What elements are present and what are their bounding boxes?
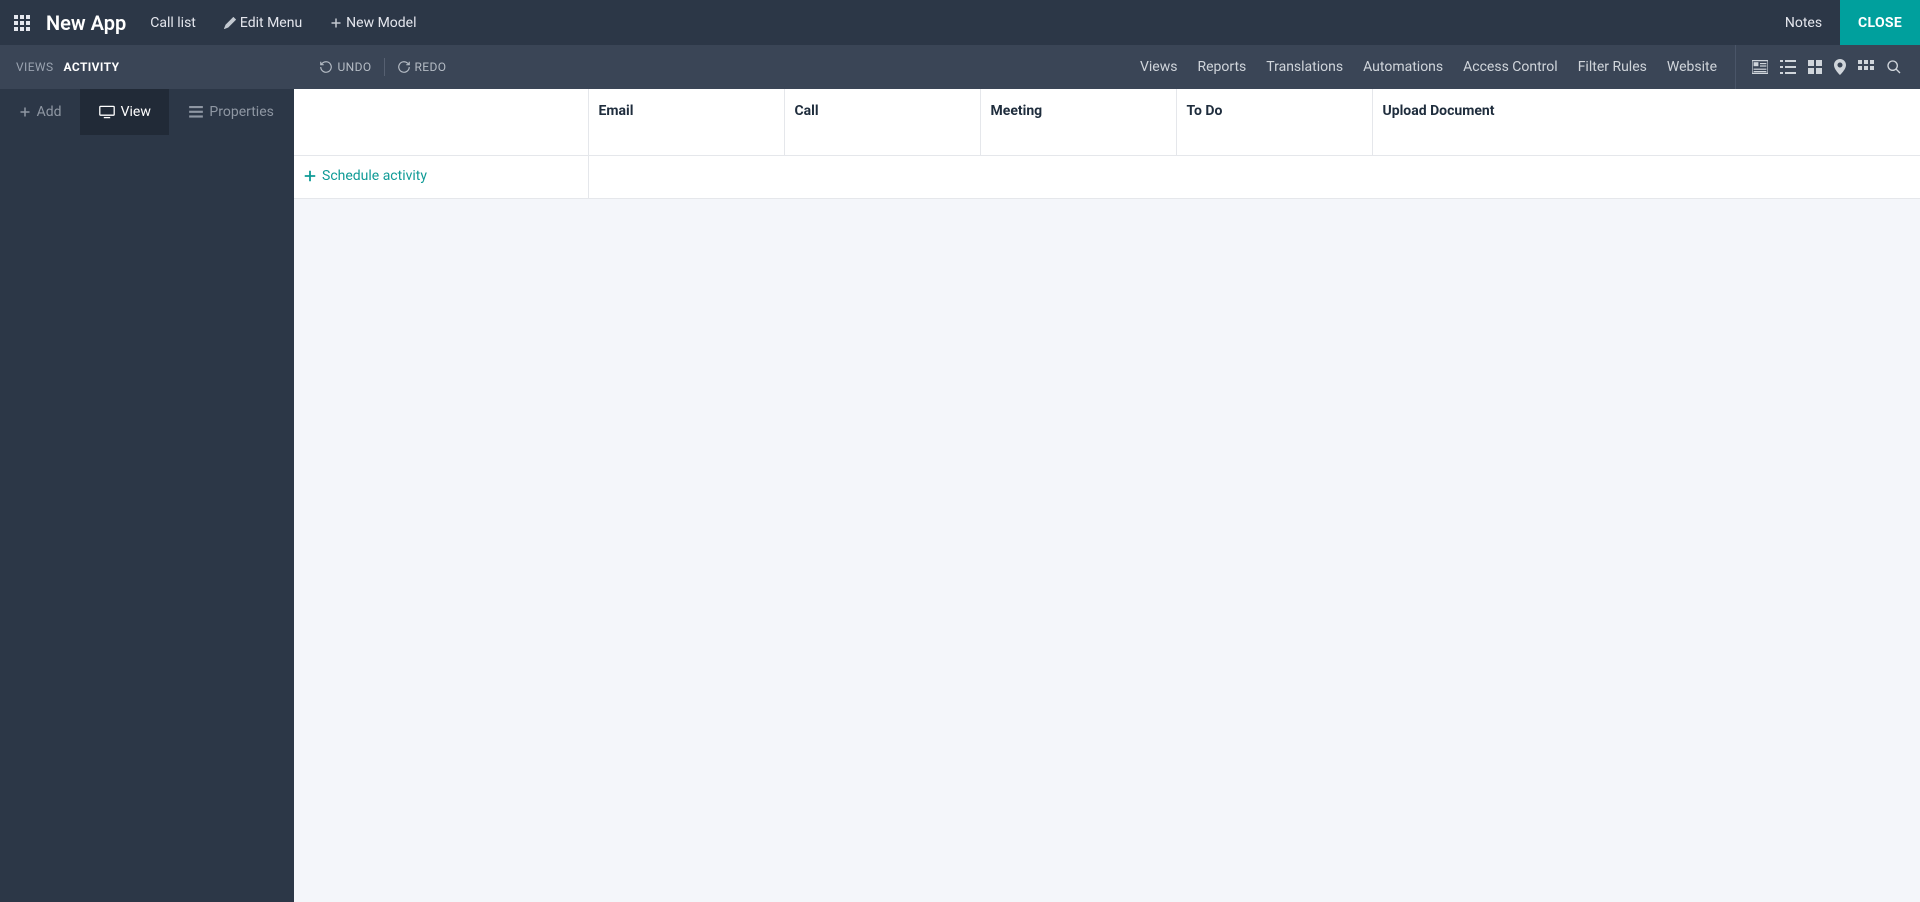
tab-properties[interactable]: Properties <box>169 89 294 135</box>
plus-icon <box>304 170 316 182</box>
col-meeting[interactable]: Meeting <box>980 89 1176 156</box>
cell-upload-document <box>1372 156 1920 199</box>
activity-table: Email Call Meeting To Do Upload Document <box>294 89 1920 199</box>
cell-meeting <box>980 156 1176 199</box>
grid-view-icon[interactable] <box>1858 60 1874 74</box>
tab-add[interactable]: Add <box>0 89 80 135</box>
breadcrumb-activity: ACTIVITY <box>64 60 120 74</box>
notes-button[interactable]: Notes <box>1767 0 1840 45</box>
nav-views[interactable]: Views <box>1130 59 1188 75</box>
undo-redo-separator <box>384 58 385 76</box>
redo-label: REDO <box>415 60 447 74</box>
nav-reports[interactable]: Reports <box>1187 59 1256 75</box>
undo-button[interactable]: UNDO <box>319 60 371 74</box>
tab-properties-label: Properties <box>209 104 273 120</box>
call-list-menu[interactable]: Call list <box>150 15 196 31</box>
cell-email <box>588 156 784 199</box>
undo-label: UNDO <box>337 60 371 74</box>
search-icon[interactable] <box>1886 59 1902 75</box>
pencil-icon <box>224 17 236 29</box>
tab-add-label: Add <box>37 104 62 120</box>
main-canvas: Email Call Meeting To Do Upload Document <box>294 89 1920 902</box>
sub-toolbar: VIEWS ACTIVITY UNDO REDO Views Reports T… <box>0 45 1920 89</box>
top-header: New App Call list Edit Menu New Model No… <box>0 0 1920 45</box>
nav-filter-rules[interactable]: Filter Rules <box>1568 59 1657 75</box>
cell-call <box>784 156 980 199</box>
table-row: Schedule activity <box>294 156 1920 199</box>
tab-view-label: View <box>121 104 151 120</box>
close-button[interactable]: CLOSE <box>1840 0 1920 45</box>
monitor-icon <box>99 105 115 119</box>
cell-todo <box>1176 156 1372 199</box>
nav-website[interactable]: Website <box>1657 59 1727 75</box>
new-model-label: New Model <box>346 15 416 31</box>
plus-icon <box>330 17 342 29</box>
col-upload-document[interactable]: Upload Document <box>1372 89 1920 156</box>
side-panel: Add View Properties <box>0 89 294 902</box>
redo-icon <box>397 60 411 74</box>
redo-button[interactable]: REDO <box>397 60 447 74</box>
edit-menu-button[interactable]: Edit Menu <box>224 15 302 31</box>
schedule-activity-button[interactable]: Schedule activity <box>304 168 427 184</box>
properties-icon <box>189 106 203 118</box>
schedule-activity-label: Schedule activity <box>322 168 427 184</box>
list-view-icon[interactable] <box>1780 60 1796 74</box>
apps-icon[interactable] <box>10 11 34 35</box>
nav-access-control[interactable]: Access Control <box>1453 59 1568 75</box>
tab-view[interactable]: View <box>80 89 169 135</box>
side-tabs: Add View Properties <box>0 89 294 135</box>
workspace: Add View Properties <box>0 89 1920 902</box>
nav-automations[interactable]: Automations <box>1353 59 1453 75</box>
nav-translations[interactable]: Translations <box>1256 59 1353 75</box>
col-todo[interactable]: To Do <box>1176 89 1372 156</box>
new-model-button[interactable]: New Model <box>330 15 416 31</box>
undo-redo-group: UNDO REDO <box>319 58 446 76</box>
breadcrumb-views[interactable]: VIEWS <box>16 60 54 74</box>
schedule-activity-cell: Schedule activity <box>294 156 588 199</box>
edit-menu-label: Edit Menu <box>240 15 302 31</box>
col-call[interactable]: Call <box>784 89 980 156</box>
col-blank <box>294 89 588 156</box>
view-switcher <box>1735 45 1920 89</box>
col-email[interactable]: Email <box>588 89 784 156</box>
form-view-icon[interactable] <box>1752 60 1768 74</box>
table-header-row: Email Call Meeting To Do Upload Document <box>294 89 1920 156</box>
kanban-view-icon[interactable] <box>1808 60 1822 74</box>
map-view-icon[interactable] <box>1834 59 1846 75</box>
plus-icon <box>19 106 31 118</box>
app-title: New App <box>46 11 126 35</box>
undo-icon <box>319 60 333 74</box>
